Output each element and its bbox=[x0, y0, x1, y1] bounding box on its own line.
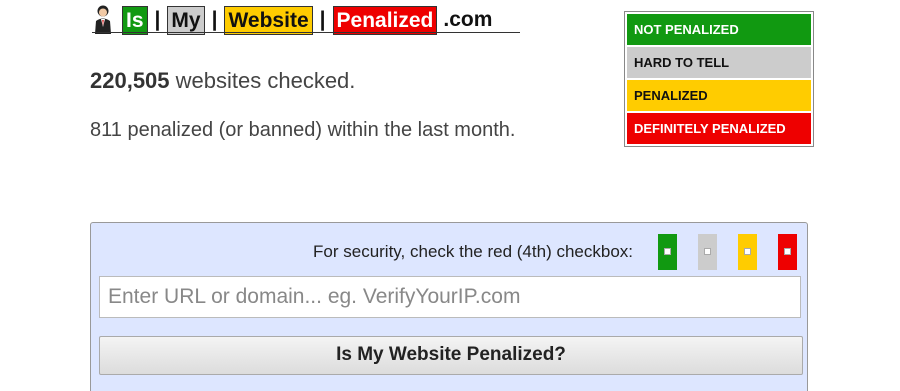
logo-word-is: Is bbox=[122, 5, 148, 35]
logo-word-penalized: Penalized bbox=[332, 5, 438, 35]
check-penalized-button[interactable]: Is My Website Penalized? bbox=[99, 336, 803, 375]
checked-count: 220,505 bbox=[90, 68, 170, 93]
legend-penalized: PENALIZED bbox=[627, 80, 811, 111]
logo-separator: | bbox=[211, 8, 218, 31]
logo-separator: | bbox=[319, 8, 326, 31]
websites-checked-stat: 220,505 websites checked. bbox=[90, 68, 355, 94]
penalized-stat: 811 penalized (or banned) within the las… bbox=[90, 119, 516, 141]
check-website-form: For security, check the red (4th) checkb… bbox=[90, 222, 808, 391]
security-check-row: For security, check the red (4th) checkb… bbox=[313, 234, 797, 270]
checkbox-box[interactable] bbox=[744, 248, 751, 255]
checkbox-box[interactable] bbox=[704, 248, 711, 255]
security-checkbox-gray[interactable] bbox=[698, 234, 717, 270]
legend-definitely-penalized: DEFINITELY PENALIZED bbox=[627, 113, 811, 144]
checkbox-box[interactable] bbox=[664, 248, 671, 255]
checked-label: websites checked. bbox=[169, 68, 356, 93]
url-input[interactable] bbox=[99, 276, 801, 318]
legend-not-penalized: NOT PENALIZED bbox=[627, 14, 811, 45]
logo-suffix: .com bbox=[443, 8, 493, 31]
logo-word-my: My bbox=[167, 5, 205, 35]
logo-underline bbox=[92, 32, 520, 33]
security-checkbox-red[interactable] bbox=[778, 234, 797, 270]
legend-hard-to-tell: HARD TO TELL bbox=[627, 47, 811, 78]
page: Is | My | Website | Penalized .com 220,5… bbox=[0, 0, 900, 391]
checkbox-box[interactable] bbox=[784, 248, 791, 255]
security-checkbox-green[interactable] bbox=[658, 234, 677, 270]
status-legend: NOT PENALIZED HARD TO TELL PENALIZED DEF… bbox=[624, 11, 814, 147]
security-instruction: For security, check the red (4th) checkb… bbox=[313, 242, 633, 261]
logo-separator: | bbox=[154, 8, 161, 31]
logo-word-website: Website bbox=[224, 5, 313, 35]
security-checkbox-yellow[interactable] bbox=[738, 234, 757, 270]
